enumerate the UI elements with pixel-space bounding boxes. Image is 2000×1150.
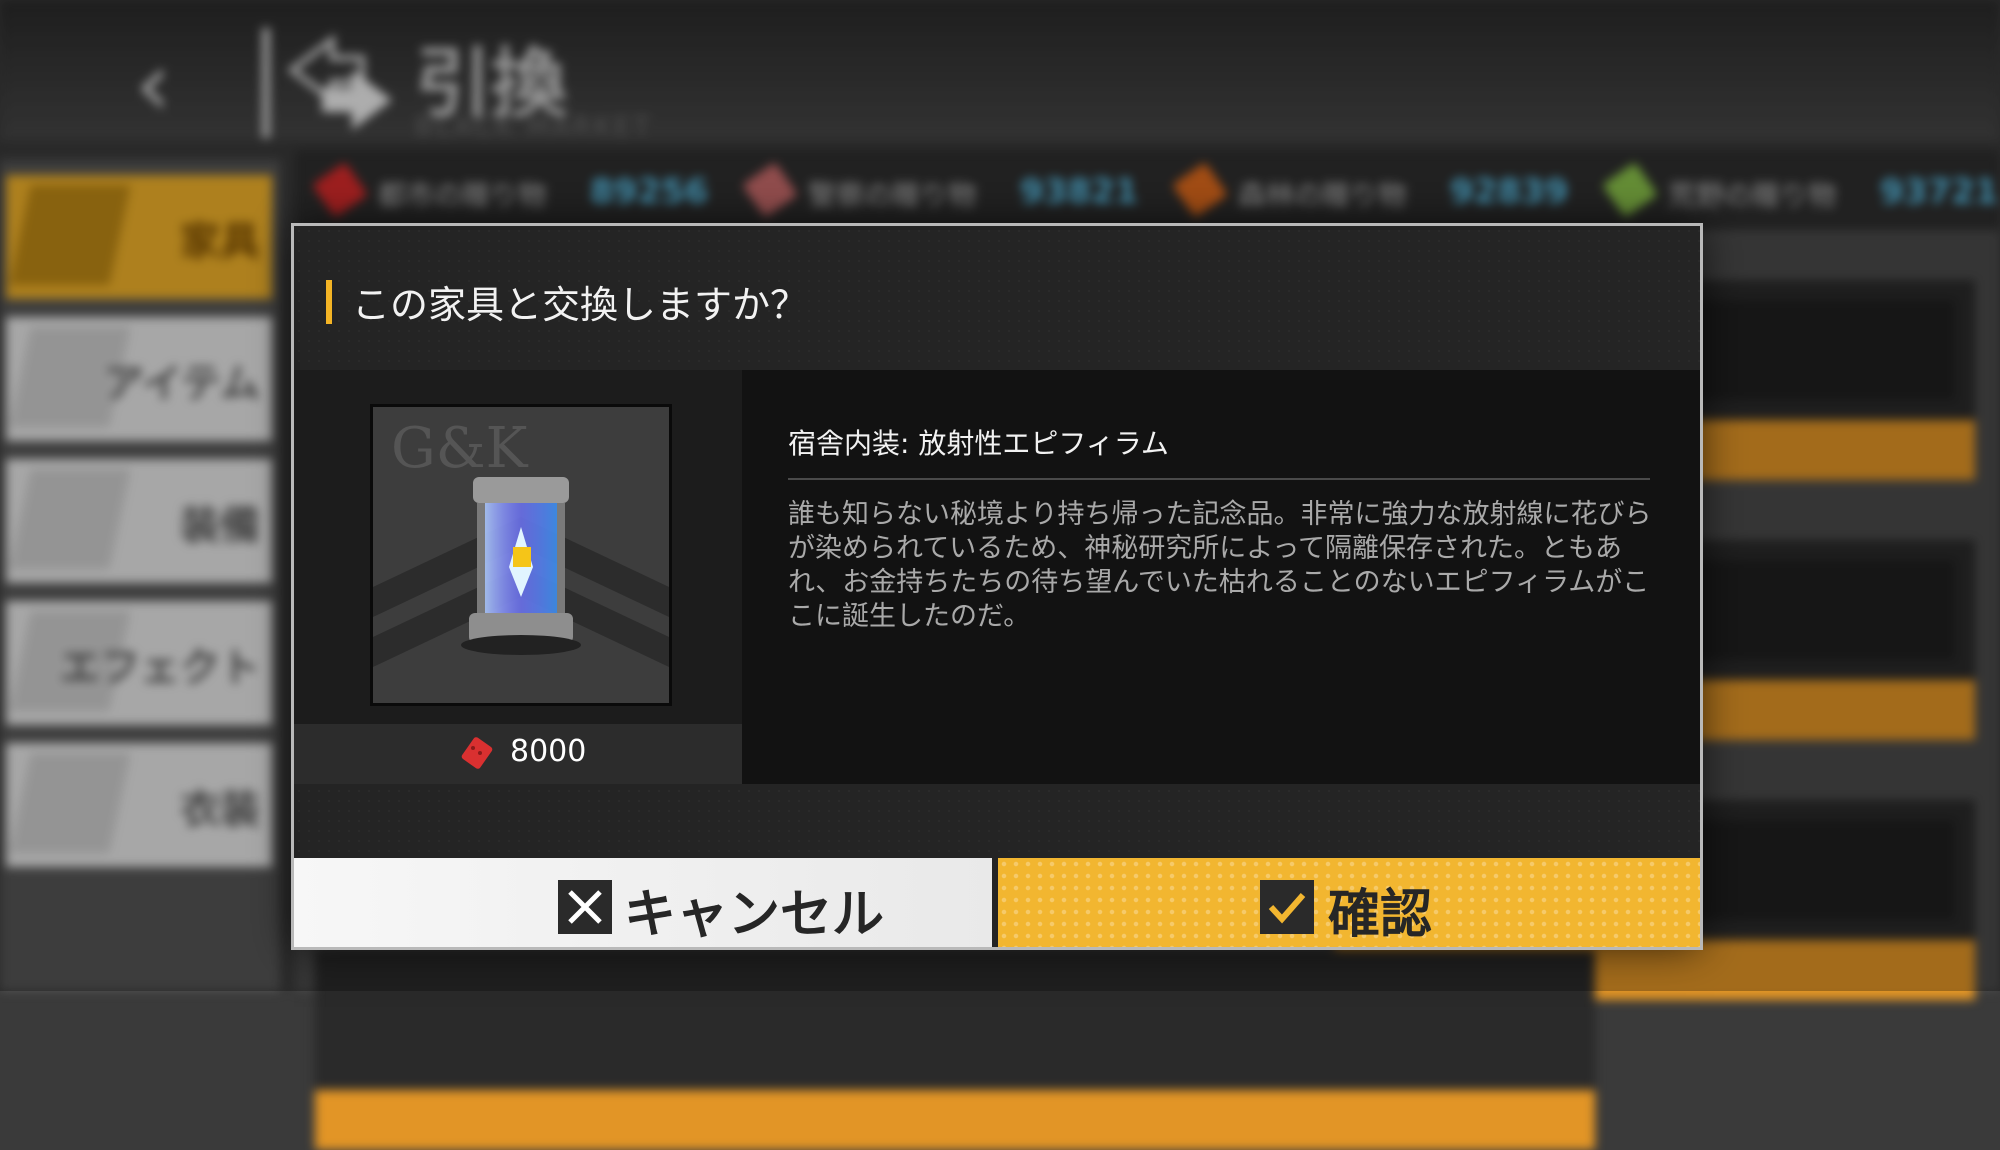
dialog-title: この家具と交換しますか？ bbox=[352, 283, 809, 327]
cancel-button[interactable]: キャンセル bbox=[294, 858, 992, 947]
item-image: G&K bbox=[370, 404, 672, 706]
dialog-header: この家具と交換しますか？ bbox=[294, 226, 1700, 370]
confirm-label: 確認 bbox=[1328, 884, 1433, 945]
confirm-button[interactable]: 確認 bbox=[998, 858, 1700, 947]
item-name: 宿舎内装: 放射性エピフィラム bbox=[788, 427, 1169, 460]
close-icon bbox=[558, 880, 612, 934]
svg-text:G&K: G&K bbox=[391, 416, 529, 481]
item-description: 誰も知らない秘境より持ち帰った記念品。非常に強力な放射線に花びらが染められている… bbox=[788, 499, 1652, 632]
radioactive-epiphyllum-icon: G&K bbox=[373, 407, 669, 703]
cancel-label: キャンセル bbox=[624, 884, 885, 945]
description-divider bbox=[788, 478, 1650, 480]
red-brick-icon bbox=[461, 737, 493, 769]
title-accent-bar bbox=[326, 280, 332, 324]
checkmark-icon bbox=[1260, 880, 1314, 934]
item-panel: G&K 8000 bbox=[294, 370, 742, 784]
price-row: 8000 bbox=[294, 724, 742, 784]
description-panel: 宿舎内装: 放射性エピフィラム 誰も知らない秘境より持ち帰った記念品。非常に強力… bbox=[742, 370, 1700, 784]
exchange-dialog: この家具と交換しますか？ G&K 8000 宿舎内装: 放射性エピフィラム 誰も… bbox=[294, 226, 1700, 947]
price-value: 8000 bbox=[510, 734, 587, 769]
